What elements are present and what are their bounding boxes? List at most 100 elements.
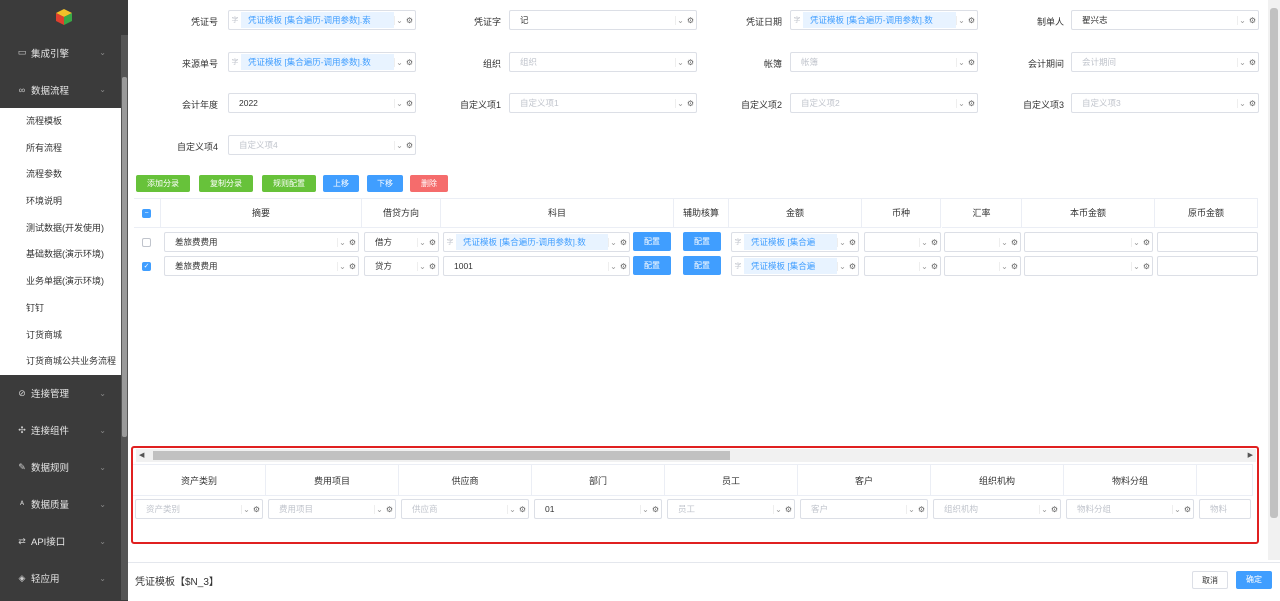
chevron-down-icon[interactable]: ⌄ xyxy=(919,237,929,247)
chevron-down-icon[interactable]: ⌄ xyxy=(919,261,929,271)
aux-field[interactable]: 物料分组 ⌄ ⚙ xyxy=(1066,499,1194,519)
cell-input[interactable]: ⌄ ⚙ xyxy=(1024,232,1153,252)
cell-input[interactable]: 字凭证模板 [集合遍 ⌄ ⚙ xyxy=(731,256,859,276)
chevron-down-icon[interactable]: ⌄ xyxy=(1237,98,1247,108)
aux-field[interactable]: 资产类别 ⌄ ⚙ xyxy=(135,499,263,519)
form-field[interactable]: 帐簿 ⌄ ⚙ xyxy=(790,52,978,72)
aux-field[interactable]: 物料 xyxy=(1199,499,1251,519)
gear-icon[interactable]: ⚙ xyxy=(384,505,395,514)
aux-field[interactable]: 01 ⌄ ⚙ xyxy=(534,499,662,519)
cell-input[interactable]: ⌄ ⚙ xyxy=(944,256,1021,276)
gear-icon[interactable]: ⚙ xyxy=(847,238,858,247)
sidebar-group-groups_top1[interactable]: ∞ 数据流程 ⌄ xyxy=(0,71,128,108)
gear-icon[interactable]: ⚙ xyxy=(916,505,927,514)
copy-entry-button[interactable]: 复制分录 xyxy=(199,175,253,192)
chevron-down-icon[interactable]: ⌄ xyxy=(956,15,966,25)
confirm-button[interactable]: 确定 xyxy=(1236,571,1272,589)
gear-icon[interactable]: ⚙ xyxy=(347,238,358,247)
chevron-down-icon[interactable]: ⌄ xyxy=(906,504,916,514)
gear-icon[interactable]: ⚙ xyxy=(685,58,696,67)
sidebar-item[interactable]: 测试数据(开发使用) xyxy=(0,214,128,242)
gear-icon[interactable]: ⚙ xyxy=(650,505,661,514)
chevron-down-icon[interactable]: ⌄ xyxy=(1237,57,1247,67)
gear-icon[interactable]: ⚙ xyxy=(517,505,528,514)
chevron-down-icon[interactable]: ⌄ xyxy=(956,57,966,67)
form-field[interactable]: 自定义项1 ⌄ ⚙ xyxy=(509,93,697,113)
aux-field[interactable]: 组织机构 ⌄ ⚙ xyxy=(933,499,1061,519)
chevron-down-icon[interactable]: ⌄ xyxy=(337,261,347,271)
chevron-down-icon[interactable]: ⌄ xyxy=(394,140,404,150)
chevron-down-icon[interactable]: ⌄ xyxy=(241,504,251,514)
form-field[interactable]: 字凭证模板 [集合遍历-调用参数].索 ⌄ ⚙ xyxy=(228,10,416,30)
sidebar-item[interactable]: 环境说明 xyxy=(0,188,128,215)
gear-icon[interactable]: ⚙ xyxy=(618,262,629,271)
gear-icon[interactable]: ⚙ xyxy=(1247,16,1258,25)
gear-icon[interactable]: ⚙ xyxy=(1141,262,1152,271)
gear-icon[interactable]: ⚙ xyxy=(427,262,438,271)
gear-icon[interactable]: ⚙ xyxy=(404,58,415,67)
gear-icon[interactable]: ⚙ xyxy=(685,99,696,108)
gear-icon[interactable]: ⚙ xyxy=(1009,262,1020,271)
chevron-down-icon[interactable]: ⌄ xyxy=(1237,15,1247,25)
gear-icon[interactable]: ⚙ xyxy=(404,16,415,25)
chevron-down-icon[interactable]: ⌄ xyxy=(956,98,966,108)
chevron-down-icon[interactable]: ⌄ xyxy=(837,261,847,271)
cell-input[interactable]: 差旅费费用 ⌄ ⚙ xyxy=(164,232,359,252)
chevron-down-icon[interactable]: ⌄ xyxy=(608,237,618,247)
form-field[interactable]: 自定义项3 ⌄ ⚙ xyxy=(1071,93,1259,113)
sidebar-item[interactable]: 流程参数 xyxy=(0,161,128,189)
sidebar-group-groups_bottom5[interactable]: ◈ 轻应用 ⌄ xyxy=(0,560,128,597)
original-amount-input[interactable] xyxy=(1157,256,1258,276)
gear-icon[interactable]: ⚙ xyxy=(966,99,977,108)
form-field[interactable]: 字凭证模板 [集合遍历-调用参数].数 ⌄ ⚙ xyxy=(790,10,978,30)
chevron-down-icon[interactable]: ⌄ xyxy=(675,15,685,25)
cell-input[interactable]: 字凭证模板 [集合遍历-调用参数].数 ⌄ ⚙ xyxy=(443,232,630,252)
chevron-down-icon[interactable]: ⌄ xyxy=(374,504,384,514)
cell-input[interactable]: ⌄ ⚙ xyxy=(1024,256,1153,276)
chevron-down-icon[interactable]: ⌄ xyxy=(1039,504,1049,514)
cell-input[interactable]: 字凭证模板 [集合遍 ⌄ ⚙ xyxy=(731,232,859,252)
gear-icon[interactable]: ⚙ xyxy=(1009,238,1020,247)
gear-icon[interactable]: ⚙ xyxy=(1247,58,1258,67)
sidebar-group-groups_bottom1[interactable]: ✣ 连接组件 ⌄ xyxy=(0,412,128,449)
form-field[interactable]: 翟兴志 ⌄ ⚙ xyxy=(1071,10,1259,30)
chevron-down-icon[interactable]: ⌄ xyxy=(773,504,783,514)
sidebar-item[interactable]: 流程模板 xyxy=(0,108,128,135)
cell-input[interactable]: 1001 ⌄ ⚙ xyxy=(443,256,630,276)
chevron-down-icon[interactable]: ⌄ xyxy=(675,57,685,67)
chevron-down-icon[interactable]: ⌄ xyxy=(640,504,650,514)
gear-icon[interactable]: ⚙ xyxy=(966,58,977,67)
aux-field[interactable]: 客户 ⌄ ⚙ xyxy=(800,499,928,519)
gear-icon[interactable]: ⚙ xyxy=(251,505,262,514)
aux-field[interactable]: 供应商 ⌄ ⚙ xyxy=(401,499,529,519)
row-checkbox[interactable]: ✓ xyxy=(142,262,151,271)
sidebar-item[interactable]: 订货商城 xyxy=(0,321,128,349)
chevron-down-icon[interactable]: ⌄ xyxy=(837,237,847,247)
chevron-down-icon[interactable]: ⌄ xyxy=(1131,261,1141,271)
chevron-down-icon[interactable]: ⌄ xyxy=(1131,237,1141,247)
form-field[interactable]: 字凭证模板 [集合遍历-调用参数].数 ⌄ ⚙ xyxy=(228,52,416,72)
chevron-down-icon[interactable]: ⌄ xyxy=(394,57,404,67)
gear-icon[interactable]: ⚙ xyxy=(1247,99,1258,108)
sidebar-item[interactable]: 钉钉 xyxy=(0,294,128,322)
form-field[interactable]: 组织 ⌄ ⚙ xyxy=(509,52,697,72)
form-field[interactable]: 会计期间 ⌄ ⚙ xyxy=(1071,52,1259,72)
chevron-down-icon[interactable]: ⌄ xyxy=(999,261,1009,271)
move-down-button[interactable]: 下移 xyxy=(367,175,403,192)
aux-config-button[interactable]: 配置 xyxy=(683,256,721,275)
gear-icon[interactable]: ⚙ xyxy=(1182,505,1193,514)
gear-icon[interactable]: ⚙ xyxy=(847,262,858,271)
chevron-down-icon[interactable]: ⌄ xyxy=(608,261,618,271)
sidebar-group-groups_bottom3[interactable]: ᴬ 数据质量 ⌄ xyxy=(0,486,128,523)
gear-icon[interactable]: ⚙ xyxy=(783,505,794,514)
gear-icon[interactable]: ⚙ xyxy=(966,16,977,25)
chevron-down-icon[interactable]: ⌄ xyxy=(394,15,404,25)
cell-input[interactable]: ⌄ ⚙ xyxy=(944,232,1021,252)
chevron-down-icon[interactable]: ⌄ xyxy=(417,237,427,247)
gear-icon[interactable]: ⚙ xyxy=(347,262,358,271)
sidebar-item[interactable]: 所有流程 xyxy=(0,134,128,162)
subject-config-button[interactable]: 配置 xyxy=(633,232,671,251)
delete-button[interactable]: 删除 xyxy=(410,175,448,192)
sidebar-group-groups_bottom2[interactable]: ✎ 数据规则 ⌄ xyxy=(0,449,128,486)
gear-icon[interactable]: ⚙ xyxy=(427,238,438,247)
